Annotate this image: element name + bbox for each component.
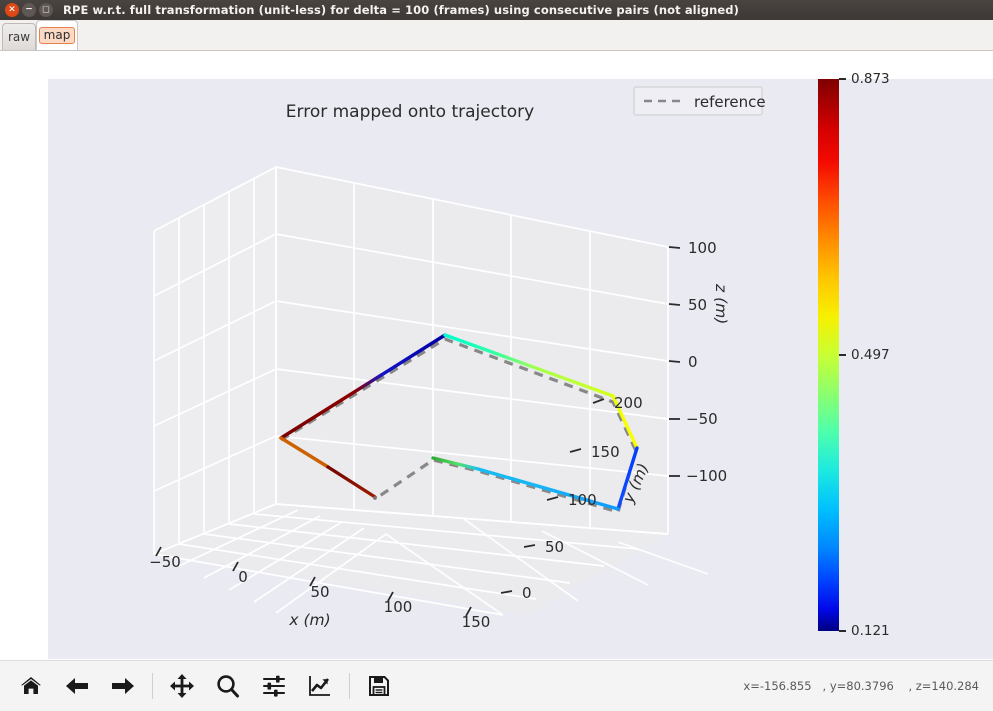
- tab-map-label: map: [38, 27, 76, 44]
- colorbar-tick-min: 0.121: [839, 623, 890, 639]
- move-icon: [170, 674, 194, 698]
- svg-text:−50: −50: [686, 410, 718, 428]
- svg-text:100: 100: [568, 491, 597, 509]
- maximize-icon[interactable]: □: [39, 3, 53, 17]
- colorbar-tick-max-label: 0.873: [851, 71, 890, 87]
- maximize-glyph: □: [42, 4, 50, 14]
- tab-bar: raw map: [0, 20, 993, 51]
- close-icon[interactable]: ×: [5, 3, 19, 17]
- svg-text:−50: −50: [149, 553, 181, 571]
- home-button[interactable]: [8, 663, 54, 709]
- chart-line-icon: [309, 676, 330, 696]
- minimize-icon[interactable]: −: [22, 3, 36, 17]
- svg-text:0: 0: [522, 584, 532, 602]
- window-titlebar: × − □ RPE w.r.t. full transformation (un…: [0, 0, 993, 20]
- colorbar-tick-mid-label: 0.497: [851, 347, 890, 363]
- navigation-toolbar: x=-156.855 , y=80.3796 , z=140.284: [0, 660, 993, 711]
- application-window: × − □ RPE w.r.t. full transformation (un…: [0, 0, 993, 711]
- minimize-glyph: −: [25, 4, 33, 14]
- home-icon: [21, 677, 41, 694]
- axes-3d[interactable]: −50 0 50 100 150 x (m) 200 150 100 50 0 …: [48, 79, 771, 631]
- forward-button[interactable]: [100, 663, 146, 709]
- svg-text:x (m): x (m): [288, 611, 330, 629]
- tab-raw-label: raw: [7, 30, 31, 44]
- colorbar-tick-dash: [839, 630, 846, 632]
- colorbar-tick-max: 0.873: [839, 71, 890, 87]
- svg-text:150: 150: [591, 443, 620, 461]
- magnifier-icon: [217, 675, 239, 698]
- svg-text:50: 50: [688, 296, 707, 314]
- subplots-button[interactable]: [251, 663, 297, 709]
- figure-canvas[interactable]: −50 0 50 100 150 x (m) 200 150 100 50 0 …: [0, 51, 993, 660]
- svg-text:z (m): z (m): [712, 283, 730, 324]
- window-controls: × − □: [0, 3, 53, 17]
- tab-raw[interactable]: raw: [2, 23, 36, 50]
- arrow-left-icon: [66, 678, 88, 694]
- colorbar[interactable]: [818, 79, 839, 631]
- pan-button[interactable]: [159, 663, 205, 709]
- colorbar-tick-min-label: 0.121: [851, 623, 890, 639]
- svg-text:50: 50: [310, 583, 329, 601]
- cursor-coordinates: x=-156.855 , y=80.3796 , z=140.284: [743, 679, 979, 693]
- floppy-disk-icon: [369, 676, 389, 696]
- save-button[interactable]: [356, 663, 402, 709]
- z-axis-ticks: 100 50 0 −50 −100 z (m): [668, 239, 730, 485]
- colorbar-tick-mid: 0.497: [839, 347, 890, 363]
- svg-text:50: 50: [545, 538, 564, 556]
- sliders-icon: [263, 675, 285, 697]
- back-button[interactable]: [54, 663, 100, 709]
- svg-text:0: 0: [238, 568, 248, 586]
- svg-text:200: 200: [614, 394, 643, 412]
- colorbar-tick-dash: [839, 354, 846, 356]
- svg-text:150: 150: [462, 613, 491, 631]
- svg-text:100: 100: [384, 598, 413, 616]
- close-glyph: ×: [8, 4, 16, 14]
- svg-text:0: 0: [688, 353, 698, 371]
- legend[interactable]: reference: [633, 86, 766, 116]
- svg-text:−100: −100: [686, 467, 727, 485]
- legend-label: reference: [694, 93, 766, 111]
- toolbar-separator: [349, 673, 350, 699]
- customize-button[interactable]: [297, 663, 343, 709]
- tab-map[interactable]: map: [36, 20, 78, 50]
- window-title: RPE w.r.t. full transformation (unit-les…: [63, 3, 739, 17]
- arrow-right-icon: [112, 678, 134, 694]
- plot-title: Error mapped onto trajectory: [286, 102, 534, 122]
- colorbar-tick-dash: [839, 78, 846, 80]
- matplotlib-figure[interactable]: −50 0 50 100 150 x (m) 200 150 100 50 0 …: [48, 71, 993, 659]
- zoom-button[interactable]: [205, 663, 251, 709]
- svg-text:100: 100: [688, 239, 717, 257]
- toolbar-separator: [152, 673, 153, 699]
